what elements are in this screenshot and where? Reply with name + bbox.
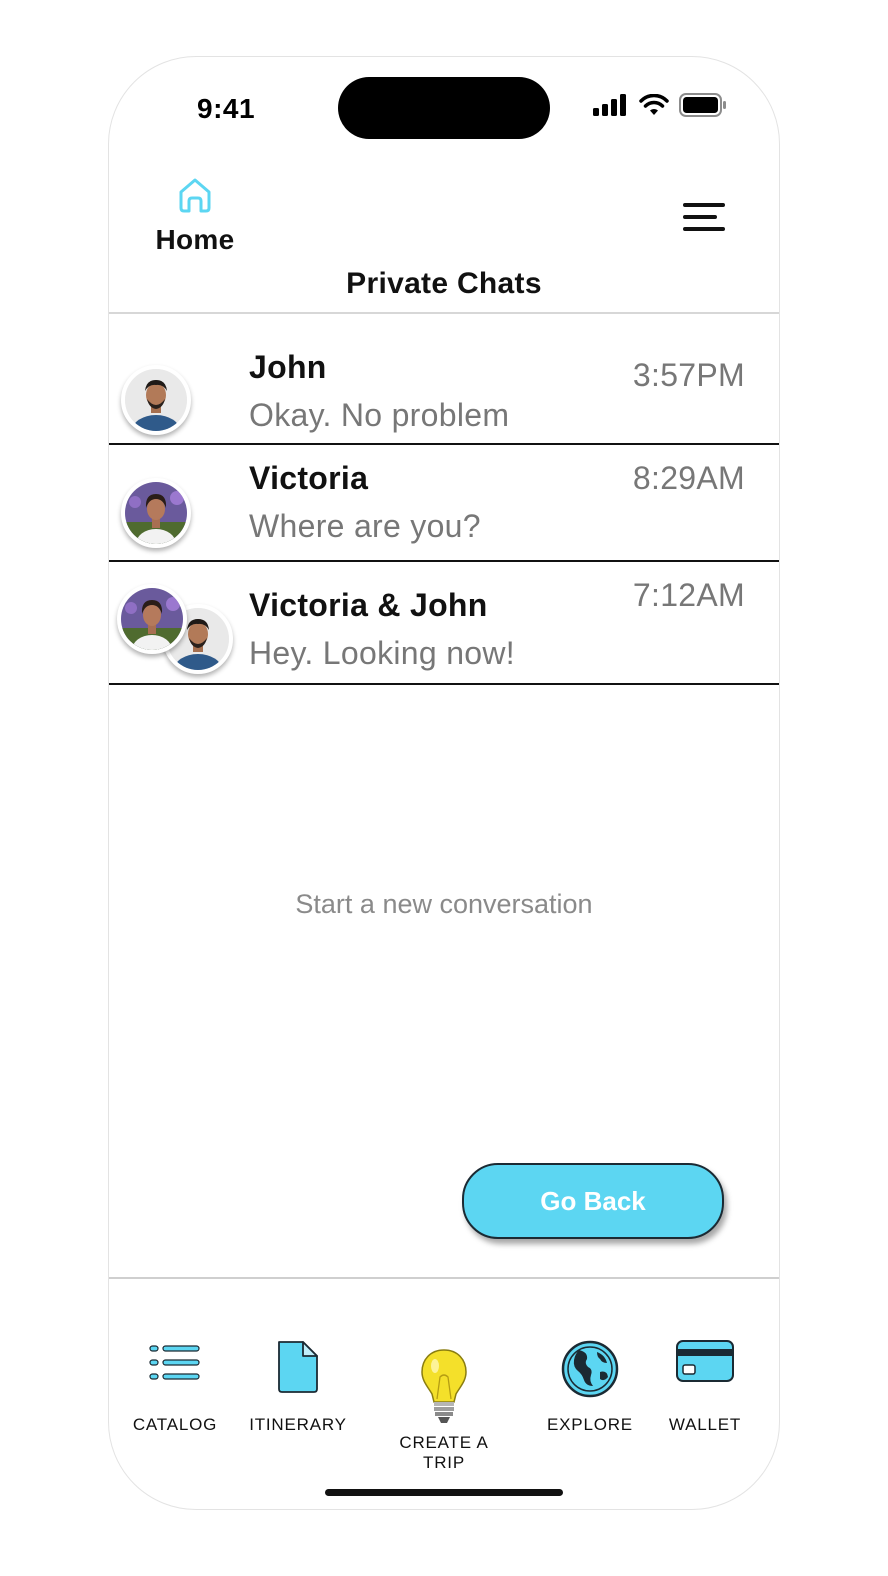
chat-name: John (249, 349, 327, 385)
chat-preview: Hey. Looking now! (249, 635, 515, 671)
phone-frame: 9:41 Home Private Chats John Okay. No pr… (108, 56, 780, 1510)
lightbulb-icon (421, 1349, 467, 1423)
document-icon (278, 1341, 318, 1393)
list-icon (149, 1345, 200, 1380)
chat-preview: Where are you? (249, 508, 481, 544)
cellular-signal-icon (593, 94, 626, 116)
globe-icon (561, 1340, 619, 1398)
tab-label: CREATE A TRIP (399, 1433, 489, 1472)
status-icons (593, 93, 727, 117)
tab-bar-divider (109, 1277, 779, 1279)
chat-row-john[interactable]: John Okay. No problem 3:57PM (109, 315, 779, 445)
tab-label: WALLET (668, 1415, 742, 1434)
home-indicator[interactable] (325, 1489, 563, 1496)
chat-time: 3:57PM (632, 357, 745, 393)
go-back-button[interactable]: Go Back (462, 1163, 724, 1239)
home-nav-button[interactable]: Home (143, 175, 247, 256)
chat-time: 8:29AM (632, 460, 745, 496)
chat-row-victoria[interactable]: Victoria Where are you? 8:29AM (109, 445, 779, 562)
credit-card-icon (676, 1340, 734, 1382)
tab-label: ITINERARY (249, 1415, 347, 1434)
home-icon (179, 178, 211, 213)
hamburger-menu-icon[interactable] (679, 197, 731, 237)
tab-catalog[interactable]: CATALOG (110, 1339, 240, 1435)
status-time: 9:41 (197, 93, 256, 124)
battery-icon (679, 93, 726, 117)
chat-row-group[interactable]: Victoria & John Hey. Looking now! 7:12AM (109, 562, 779, 685)
chat-preview: Okay. No problem (249, 397, 510, 433)
chat-time: 7:12AM (632, 577, 745, 613)
home-label: Home (155, 224, 235, 255)
wifi-icon (639, 94, 669, 115)
avatar-john (121, 365, 191, 435)
tab-create-trip[interactable]: CREATE A TRIP (378, 1347, 510, 1473)
page-title: Private Chats (346, 267, 542, 300)
tab-itinerary[interactable]: ITINERARY (233, 1339, 363, 1435)
dynamic-island (338, 77, 550, 139)
avatar-victoria (121, 478, 191, 548)
tab-wallet[interactable]: WALLET (640, 1339, 770, 1435)
divider (109, 312, 779, 314)
tab-explore[interactable]: EXPLORE (525, 1339, 655, 1435)
chat-name: Victoria (249, 460, 369, 496)
tab-label: EXPLORE (547, 1415, 633, 1434)
chat-name: Victoria & John (249, 587, 488, 623)
row-divider (109, 683, 779, 685)
start-conversation-link[interactable]: Start a new conversation (109, 889, 779, 920)
tab-label: CATALOG (132, 1415, 218, 1434)
avatar-victoria (117, 584, 187, 654)
